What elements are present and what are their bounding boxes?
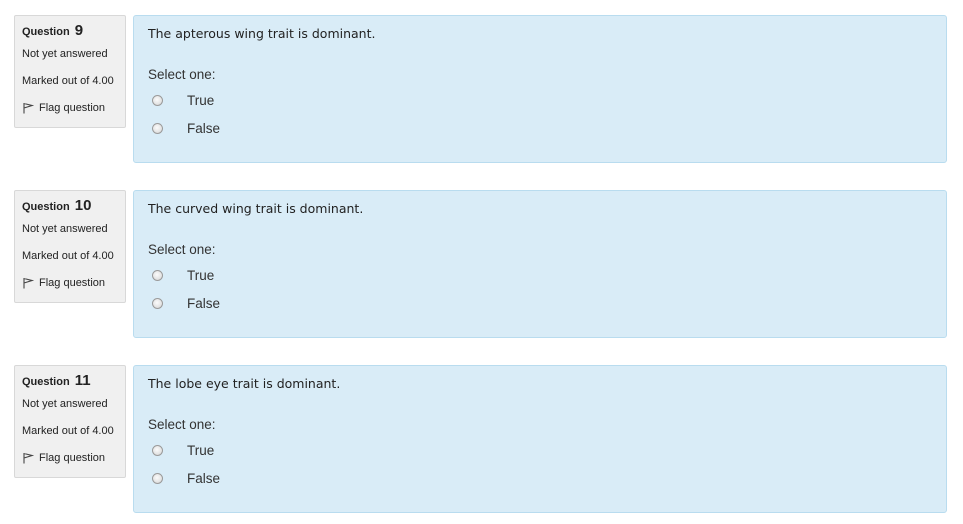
question-number-line: Question 11	[22, 372, 125, 390]
question-state: Not yet answered	[22, 398, 108, 410]
question-grade: Marked out of 4.00	[22, 425, 114, 437]
question-grade: Marked out of 4.00	[22, 250, 114, 262]
flag-question-link[interactable]: Flag question	[22, 452, 125, 464]
option-true[interactable]: True	[152, 267, 214, 283]
flag-question-link[interactable]: Flag question	[22, 277, 125, 289]
question-content: The lobe eye trait is dominant. Select o…	[133, 365, 947, 513]
select-one-prompt: Select one:	[148, 67, 216, 82]
radio-unchecked-icon[interactable]	[152, 297, 163, 309]
question-9: Question 9 Not yet answered Marked out o…	[14, 15, 947, 165]
radio-unchecked-icon[interactable]	[152, 122, 163, 134]
select-one-prompt: Select one:	[148, 417, 216, 432]
option-false[interactable]: False	[152, 120, 220, 136]
flag-icon	[22, 277, 35, 289]
question-text: The curved wing trait is dominant.	[148, 201, 364, 216]
question-state: Not yet answered	[22, 223, 108, 235]
question-label: Question	[22, 201, 70, 213]
select-one-prompt: Select one:	[148, 242, 216, 257]
flag-icon	[22, 102, 35, 114]
question-grade: Marked out of 4.00	[22, 75, 114, 87]
question-content: The apterous wing trait is dominant. Sel…	[133, 15, 947, 163]
flag-icon	[22, 452, 35, 464]
option-true[interactable]: True	[152, 442, 214, 458]
radio-unchecked-icon[interactable]	[152, 472, 163, 484]
option-false[interactable]: False	[152, 295, 220, 311]
question-text: The lobe eye trait is dominant.	[148, 376, 341, 391]
question-text: The apterous wing trait is dominant.	[148, 26, 376, 41]
option-label[interactable]: False	[187, 471, 220, 486]
question-number: 10	[74, 197, 92, 214]
option-false[interactable]: False	[152, 470, 220, 486]
question-label: Question	[22, 26, 70, 38]
option-label[interactable]: True	[187, 93, 214, 108]
question-10: Question 10 Not yet answered Marked out …	[14, 190, 947, 340]
question-11: Question 11 Not yet answered Marked out …	[14, 365, 947, 515]
question-number-line: Question 10	[22, 197, 125, 215]
option-true[interactable]: True	[152, 92, 214, 108]
radio-unchecked-icon[interactable]	[152, 444, 163, 456]
option-label[interactable]: True	[187, 443, 214, 458]
option-label[interactable]: False	[187, 296, 220, 311]
flag-question-label: Flag question	[39, 277, 106, 289]
option-label[interactable]: True	[187, 268, 214, 283]
question-number: 11	[74, 372, 91, 389]
flag-question-label: Flag question	[39, 452, 106, 464]
radio-unchecked-icon[interactable]	[152, 94, 163, 106]
question-label: Question	[22, 376, 70, 388]
option-label[interactable]: False	[187, 121, 220, 136]
question-state: Not yet answered	[22, 48, 108, 60]
question-number-line: Question 9	[22, 22, 125, 40]
question-content: The curved wing trait is dominant. Selec…	[133, 190, 947, 338]
question-info: Question 10 Not yet answered Marked out …	[14, 190, 126, 303]
question-number: 9	[74, 22, 84, 39]
flag-question-label: Flag question	[39, 102, 106, 114]
question-info: Question 11 Not yet answered Marked out …	[14, 365, 126, 478]
flag-question-link[interactable]: Flag question	[22, 102, 125, 114]
question-info: Question 9 Not yet answered Marked out o…	[14, 15, 126, 128]
radio-unchecked-icon[interactable]	[152, 269, 163, 281]
